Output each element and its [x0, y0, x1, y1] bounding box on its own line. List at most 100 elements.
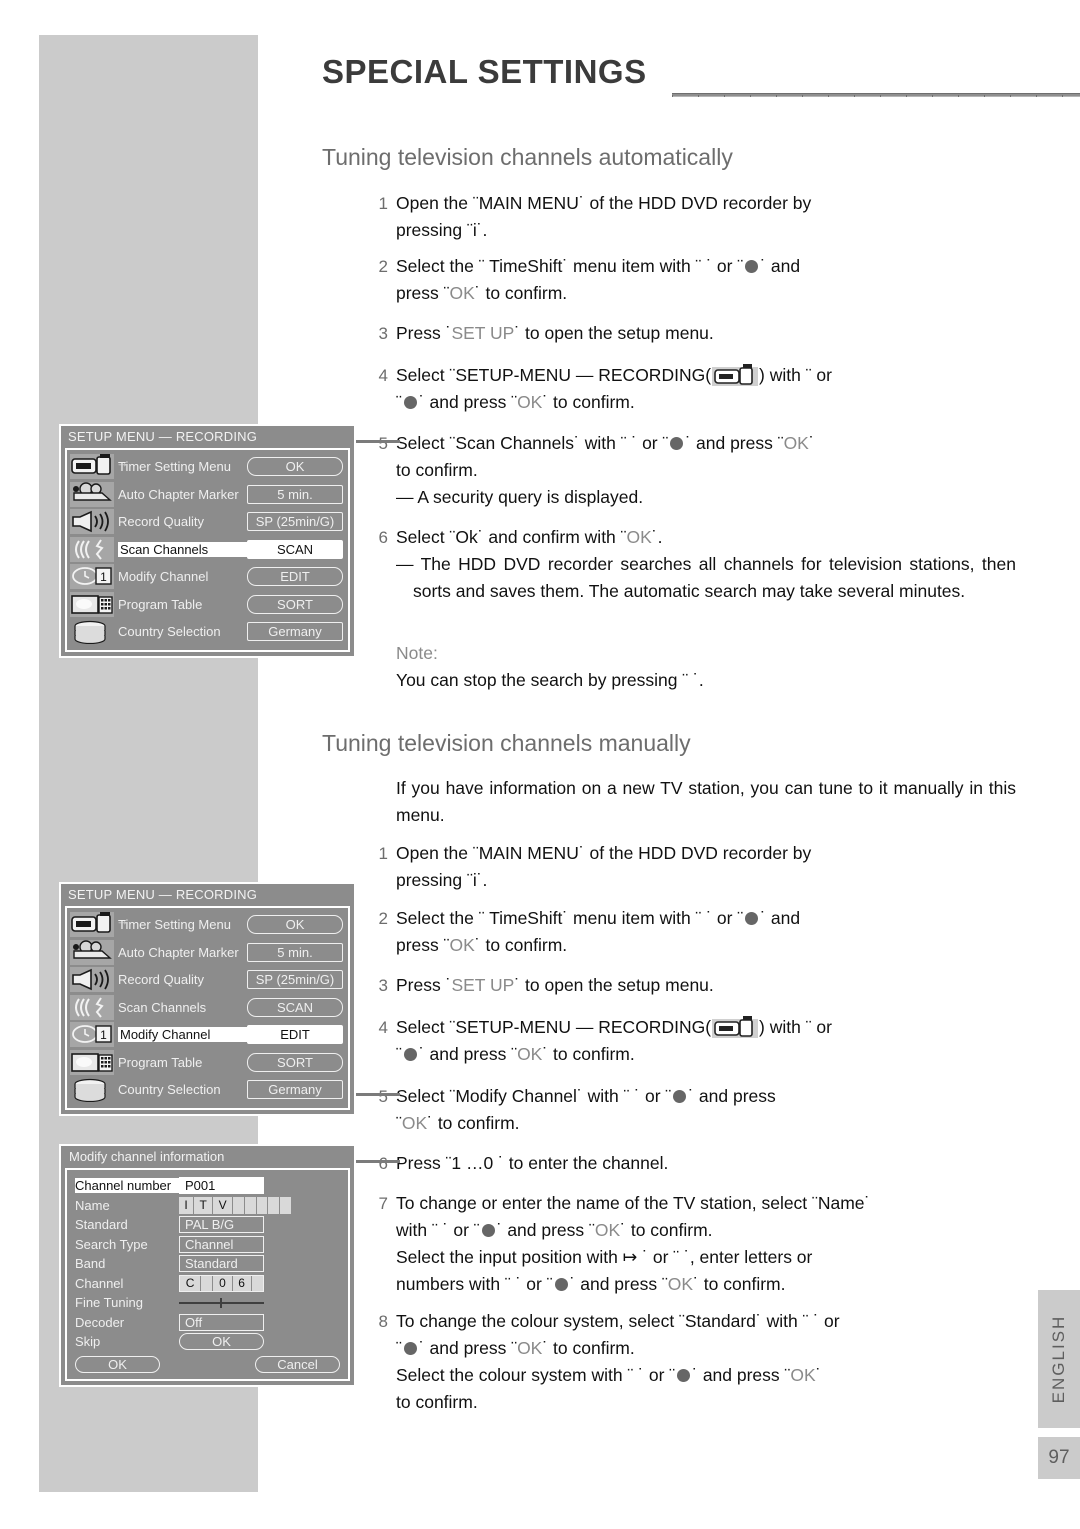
channel-cell[interactable]: 6 — [232, 1275, 252, 1291]
step-text-cont: to confirm. — [396, 460, 478, 480]
ok-key-label: OK — [517, 392, 543, 412]
step-manual-4: 4 Select ¨SETUP-MENU — RECORDING() with … — [379, 1014, 1016, 1068]
osd-row-modify-channel[interactable]: 1 Modify Channel EDIT — [67, 1021, 348, 1049]
dialog-row-name[interactable]: Name I T V — [75, 1196, 340, 1216]
name-cell[interactable]: V — [213, 1196, 234, 1214]
osd-row-value[interactable]: 5 min. — [247, 484, 343, 504]
step-text: Select ¨Ok˙ and confirm with ¨OK˙. — [396, 527, 663, 547]
dialog-row-search-type[interactable]: Search Type Channel — [75, 1235, 340, 1255]
note-block-auto: Note: You can stop the search by pressin… — [396, 640, 1016, 694]
step-manual-7: 7 To change or enter the name of the TV … — [379, 1190, 1016, 1298]
osd-rows: Timer Setting Menu OK Auto Chapter Marke… — [65, 906, 350, 1110]
channel-cell[interactable] — [201, 1275, 214, 1291]
cursor-dot-icon — [670, 437, 684, 450]
name-cell[interactable] — [233, 1196, 245, 1214]
osd-row-value[interactable]: 5 min. — [247, 942, 343, 962]
name-cell[interactable] — [244, 1196, 257, 1214]
search-type-field[interactable]: Channel — [179, 1235, 264, 1253]
dialog-row-fine-tuning[interactable]: Fine Tuning — [75, 1293, 340, 1313]
osd-row-value[interactable]: EDIT — [247, 1025, 343, 1045]
osd-row-value[interactable]: SCAN — [247, 539, 343, 559]
dialog-row-standard[interactable]: Standard PAL B/G — [75, 1215, 340, 1235]
osd-row-value[interactable]: Germany — [247, 1080, 343, 1100]
channel-cell[interactable] — [251, 1275, 263, 1291]
osd-row-scan-channels[interactable]: Scan Channels SCAN — [67, 994, 348, 1022]
clock-date-icon: 1 — [70, 1022, 114, 1048]
name-cell[interactable]: T — [194, 1196, 214, 1214]
osd-row-value[interactable]: SORT — [247, 594, 343, 614]
step-text: Select ¨SETUP-MENU — RECORDING() with ¨ … — [396, 1014, 1016, 1041]
dialog-row-label: Channel — [75, 1275, 124, 1291]
osd-row-auto-chapter-marker[interactable]: Auto Chapter Marker 5 min. — [67, 939, 348, 967]
dialog-row-skip[interactable]: Skip OK — [75, 1332, 340, 1352]
dialog-row-decoder[interactable]: Decoder Off — [75, 1313, 340, 1333]
standard-field[interactable]: PAL B/G — [179, 1216, 264, 1234]
cursor-dot-icon — [403, 396, 417, 409]
channel-cell[interactable]: 0 — [213, 1275, 233, 1291]
section-heading-auto: Tuning television channels automatically — [322, 144, 733, 170]
cursor-dot-icon — [403, 1342, 417, 1355]
step-text-cont: with ¨ ˙ or ¨ ˙ and press ¨OK˙ to confirm… — [396, 1220, 713, 1240]
decoder-field[interactable]: Off — [179, 1313, 264, 1331]
osd-row-timer-setting-menu[interactable]: Timer Setting Menu OK — [67, 453, 348, 481]
osd-row-country-selection[interactable]: Country Selection Germany — [67, 618, 348, 646]
ok-button[interactable]: OK — [75, 1355, 160, 1373]
osd-row-value[interactable]: OK — [247, 915, 343, 935]
dialog-row-channel[interactable]: Channel C 0 6 — [75, 1274, 340, 1294]
osd-row-label: Record Quality — [118, 514, 204, 530]
dialog-row-channel-number[interactable]: Channel number P001 — [75, 1176, 340, 1196]
step-manual-3: 3 Press ˙SET UP˙ to open the setup menu. — [379, 972, 1016, 999]
osd-row-value[interactable]: OK — [247, 457, 343, 477]
name-cell[interactable] — [256, 1196, 269, 1214]
step-text: Select ¨SETUP-MENU — RECORDING() with ¨ … — [396, 362, 1016, 389]
osd-row-program-table[interactable]: Program Table SORT — [67, 591, 348, 619]
fine-tuning-slider[interactable] — [179, 1294, 264, 1311]
skip-field[interactable]: OK — [179, 1333, 264, 1351]
cancel-button[interactable]: Cancel — [255, 1355, 340, 1373]
step-text: Select ¨Scan Channels˙ with ¨ ˙ or ¨ ˙ an… — [396, 433, 815, 453]
name-field[interactable]: I T V — [179, 1196, 291, 1214]
osd-row-modify-channel[interactable]: 1 Modify Channel EDIT — [67, 563, 348, 591]
cursor-dot-icon — [673, 1090, 687, 1103]
osd-row-value[interactable]: EDIT — [247, 567, 343, 587]
osd-row-country-selection[interactable]: Country Selection Germany — [67, 1076, 348, 1104]
step-number: 5 — [378, 434, 388, 453]
selection-arrow-icon: → — [116, 455, 129, 470]
osd-row-value[interactable]: SORT — [247, 1052, 343, 1072]
osd-title: SETUP MENU — RECORDING — [68, 429, 258, 444]
step-dash-note: — The HDD DVD recorder searches all chan… — [396, 554, 1016, 601]
osd-row-value[interactable]: SCAN — [247, 997, 343, 1017]
cursor-dot-icon — [403, 1048, 417, 1061]
channel-field[interactable]: C 0 6 — [179, 1274, 264, 1292]
osd-row-value[interactable]: Germany — [247, 622, 343, 642]
page-title: SPECIAL SETTINGS — [322, 53, 647, 90]
step-number: 2 — [378, 909, 388, 928]
name-cell[interactable] — [280, 1196, 291, 1214]
name-cell[interactable] — [268, 1196, 281, 1214]
cursor-dot-icon — [745, 260, 759, 273]
step-number: 3 — [378, 976, 388, 995]
band-field[interactable]: Standard — [179, 1255, 264, 1273]
name-cell[interactable]: I — [179, 1196, 195, 1214]
osd-row-auto-chapter-marker[interactable]: Auto Chapter Marker 5 min. — [67, 481, 348, 509]
signal-icon — [70, 536, 114, 562]
step-auto-1: 1 Open the ¨MAIN MENU˙ of the HDD DVD re… — [379, 190, 1016, 244]
dialog-row-label: Search Type — [75, 1236, 148, 1252]
manual-intro: If you have information on a new TV stat… — [396, 778, 1016, 825]
osd-row-record-quality[interactable]: Record Quality SP (25min/G) — [67, 508, 348, 536]
dialog-body: Channel number P001 Name I T V Standard … — [65, 1168, 350, 1381]
osd-title: SETUP MENU — RECORDING — [68, 887, 258, 902]
clock-date-icon: 1 — [70, 564, 114, 590]
osd-row-program-table[interactable]: Program Table SORT — [67, 1049, 348, 1077]
channel-number-field[interactable]: P001 — [179, 1177, 264, 1195]
osd-row-value[interactable]: SP (25min/G) — [247, 970, 343, 990]
osd-row-value[interactable]: SP (25min/G) — [247, 512, 343, 532]
dialog-row-band[interactable]: Band Standard — [75, 1254, 340, 1274]
osd-row-label: Timer Setting Menu — [118, 917, 231, 933]
channel-cell[interactable]: C — [180, 1275, 202, 1291]
osd-row-timer-setting-menu[interactable]: Timer Setting Menu OK — [67, 911, 348, 939]
osd-row-scan-channels[interactable]: Scan Channels SCAN — [67, 536, 348, 564]
step-text-cont: Select the input position with ↦ ˙ or ¨ … — [396, 1247, 813, 1267]
osd-row-record-quality[interactable]: Record Quality SP (25min/G) — [67, 966, 348, 994]
speaker-icon — [70, 509, 114, 535]
